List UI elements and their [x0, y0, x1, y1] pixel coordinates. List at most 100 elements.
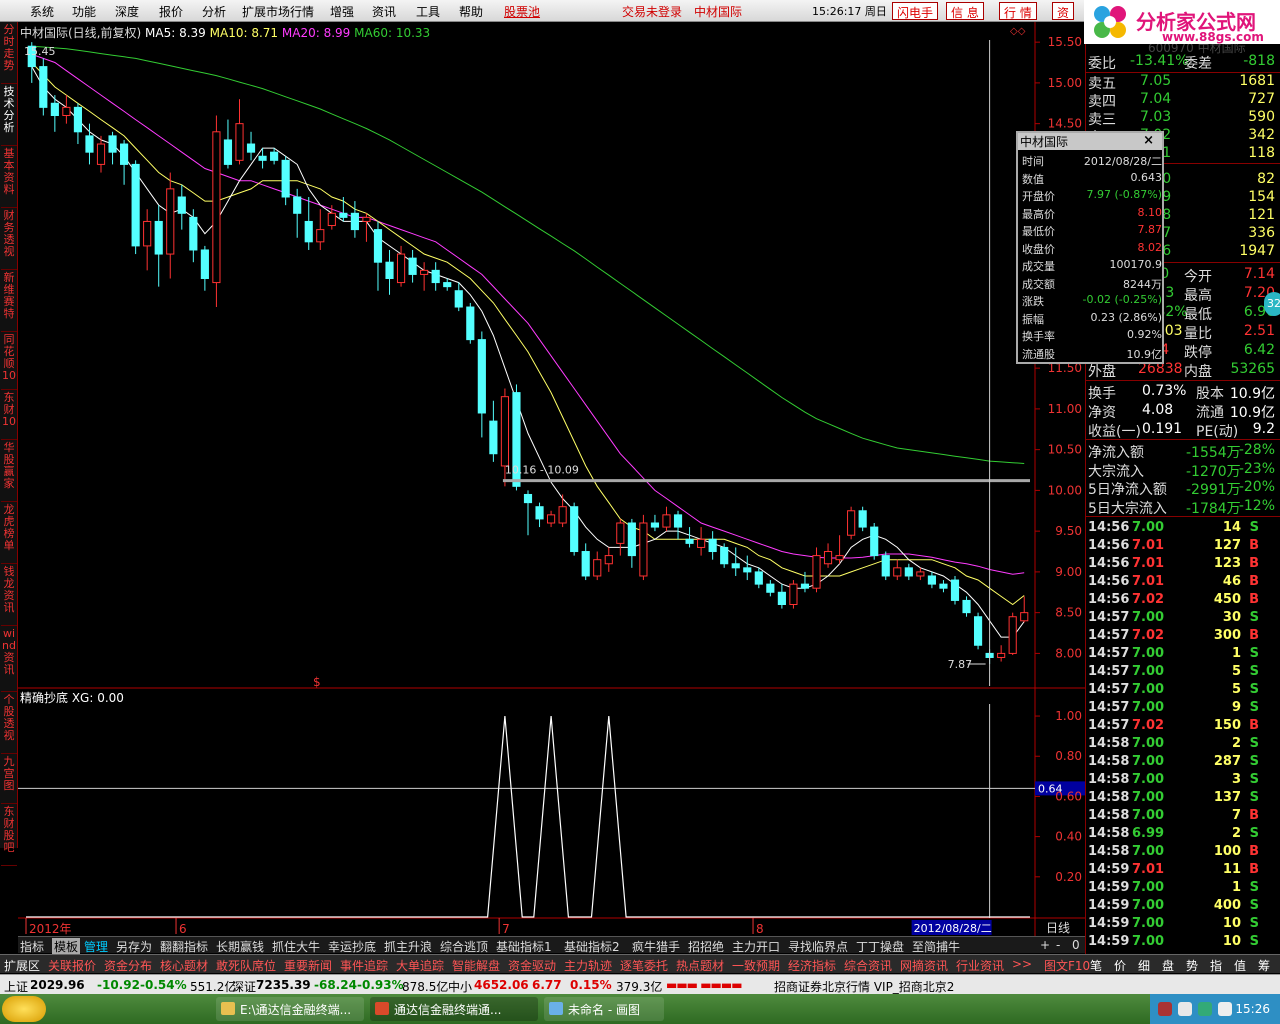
panel-tab[interactable]: 价 — [1114, 957, 1126, 974]
indicator-tab[interactable]: 疯牛猎手 — [632, 938, 680, 955]
vtab-qianlong[interactable]: 钱龙资讯 — [1, 566, 17, 626]
extension-tab[interactable]: 一致预期 — [732, 957, 780, 974]
candle[interactable] — [950, 575, 960, 605]
tray-app-icon[interactable] — [1158, 1002, 1172, 1016]
indicator-tab[interactable]: 管理 — [84, 938, 108, 955]
candle[interactable] — [212, 115, 221, 308]
vtab-finance[interactable]: 财务透视 — [1, 210, 17, 270]
tray-volume-icon[interactable] — [1178, 1002, 1192, 1016]
candle[interactable] — [777, 584, 786, 609]
candle[interactable] — [743, 555, 752, 581]
bar-info-popup[interactable]: 中材国际 × 时间 2012/08/28/二 数值 0.643 开盘价 7.97 (-0.… — [1016, 131, 1164, 364]
vtab-longhu[interactable]: 龙虎榜单 — [1, 504, 17, 564]
extension-tab[interactable]: 主力轨迹 — [564, 957, 612, 974]
menu-quote[interactable]: 报价 — [159, 3, 183, 20]
candle[interactable] — [939, 580, 948, 593]
indicator-tab[interactable]: 长期赢钱 — [216, 938, 264, 955]
indicator-tab[interactable]: 综合逃顶 — [440, 938, 488, 955]
panel-tab[interactable]: 筹 — [1258, 957, 1270, 974]
candle[interactable] — [166, 172, 175, 279]
candle[interactable] — [904, 563, 913, 581]
menu-depth[interactable]: 深度 — [115, 3, 139, 20]
candle[interactable] — [604, 547, 613, 572]
menu-extended-market[interactable]: 扩展市场行情 — [242, 3, 314, 20]
vtab-dc10[interactable]: 东财10 — [1, 392, 17, 440]
candle[interactable] — [1020, 596, 1029, 623]
candle[interactable] — [108, 131, 117, 165]
indicator-tab[interactable]: 抓住大牛 — [272, 938, 320, 955]
indicator-tab[interactable]: 指标 — [20, 938, 44, 955]
extension-tab[interactable]: 图文F10 — [1044, 957, 1090, 974]
extension-tab[interactable]: >> — [1012, 957, 1032, 971]
candle[interactable] — [835, 535, 844, 564]
panel-tab[interactable]: 细 — [1138, 957, 1150, 974]
candle[interactable] — [143, 209, 152, 271]
indicator-tab[interactable]: 寻找临界点 — [788, 938, 848, 955]
candle[interactable] — [466, 302, 475, 344]
extension-tab[interactable]: 热点题材 — [676, 957, 724, 974]
candle[interactable] — [96, 135, 106, 173]
candle[interactable] — [154, 205, 163, 287]
panel-tab[interactable]: 盘 — [1162, 957, 1174, 974]
vtab-nine-grid[interactable]: 九宫图 — [1, 756, 17, 804]
candle[interactable] — [189, 209, 198, 263]
candle[interactable] — [697, 527, 706, 556]
info-button[interactable]: 信 息 — [946, 2, 984, 20]
indicator-tab[interactable]: 抓主升浪 — [384, 938, 432, 955]
indicator-tab[interactable]: 幸运抄底 — [328, 938, 376, 955]
candle[interactable] — [581, 543, 590, 581]
candle[interactable] — [408, 249, 417, 283]
candle[interactable] — [639, 514, 648, 581]
indicator-tab[interactable]: 基础指标2 — [564, 938, 620, 955]
vtab-intraday[interactable]: 分时走势 — [1, 24, 17, 84]
vtab-basic-info[interactable]: 基本资料 — [1, 148, 17, 208]
menu-help[interactable]: 帮助 — [459, 3, 483, 20]
candle[interactable] — [881, 551, 890, 581]
candle[interactable] — [420, 262, 429, 291]
extension-tab[interactable]: 综合资讯 — [844, 957, 892, 974]
candle[interactable] — [673, 510, 683, 540]
candle[interactable] — [823, 543, 833, 568]
extension-tab[interactable]: 资金分布 — [104, 957, 152, 974]
candle[interactable] — [431, 262, 440, 291]
candle[interactable] — [223, 119, 233, 169]
candle[interactable] — [362, 213, 371, 242]
menu-function[interactable]: 功能 — [72, 3, 96, 20]
zoom-button[interactable]: 0 — [1072, 938, 1080, 952]
extension-tab[interactable]: 大单追踪 — [396, 957, 444, 974]
extension-tab[interactable]: 重要新闻 — [284, 957, 332, 974]
indicator-tab[interactable]: 基础指标1 — [496, 938, 552, 955]
candle[interactable] — [754, 567, 763, 589]
extension-tab[interactable]: 智能解盘 — [452, 957, 500, 974]
candle[interactable] — [246, 131, 256, 161]
candle[interactable] — [627, 518, 636, 568]
candle[interactable] — [235, 99, 244, 165]
task-explorer[interactable]: E:\通达信金融终端... — [216, 997, 364, 1021]
side-badge[interactable]: 32 — [1264, 292, 1280, 316]
candle[interactable] — [997, 645, 1006, 662]
flash-trade-button[interactable]: 闪电手 — [892, 2, 939, 20]
tray-network-icon[interactable] — [1198, 1002, 1212, 1016]
candle[interactable] — [789, 580, 798, 609]
extension-tab[interactable]: 扩展区 — [4, 957, 40, 974]
candle[interactable] — [270, 148, 279, 165]
candle[interactable] — [847, 506, 856, 540]
task-paint[interactable]: 未命名 - 画图 — [544, 997, 664, 1021]
menu-system[interactable]: 系统 — [30, 3, 54, 20]
menu-stock-pool[interactable]: 股票池 — [504, 3, 540, 20]
candle[interactable] — [812, 547, 821, 593]
extension-tab[interactable]: 网摘资讯 — [900, 957, 948, 974]
candle[interactable] — [131, 160, 140, 255]
candle[interactable] — [304, 197, 313, 250]
candle[interactable] — [893, 559, 902, 581]
candle[interactable] — [593, 551, 602, 581]
menu-news[interactable]: 资讯 — [372, 3, 396, 20]
vtab-xinwei[interactable]: 新维赛特 — [1, 272, 17, 332]
candle[interactable] — [385, 249, 394, 295]
candle[interactable] — [39, 58, 48, 116]
candle[interactable] — [120, 139, 129, 185]
candle[interactable] — [373, 221, 383, 291]
candle[interactable] — [973, 612, 983, 650]
menu-enhance[interactable]: 增强 — [330, 3, 354, 20]
indicator-tab[interactable]: 翻翻指标 — [160, 938, 208, 955]
